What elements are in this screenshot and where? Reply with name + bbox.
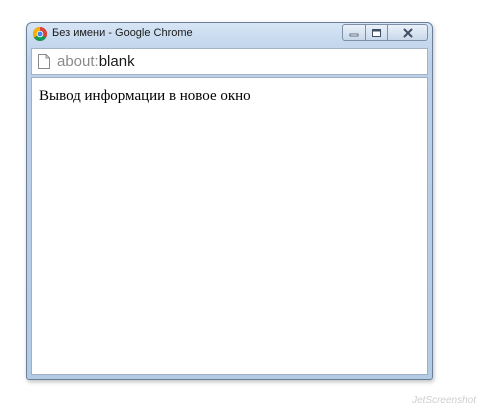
browser-window: Без имени - Google Chrome about:blank Вы… (26, 22, 433, 380)
window-title: Без имени - Google Chrome (52, 27, 193, 39)
minimize-icon (349, 33, 359, 36)
maximize-button[interactable] (366, 24, 388, 41)
url-text[interactable]: about:blank (57, 53, 135, 70)
title-bar[interactable]: Без имени - Google Chrome (27, 23, 432, 45)
page-icon (38, 54, 50, 69)
page-content-text: Вывод информации в новое окно (39, 88, 251, 104)
address-bar[interactable]: about:blank (31, 48, 428, 75)
page-viewport: Вывод информации в новое окно (31, 77, 428, 375)
window-controls (342, 24, 428, 42)
minimize-button[interactable] (342, 24, 366, 41)
url-path: blank (98, 53, 135, 70)
close-button[interactable] (388, 24, 428, 41)
watermark: JetScreenshot (412, 395, 476, 406)
maximize-icon (372, 28, 381, 37)
chrome-logo-icon (33, 27, 47, 41)
close-icon (403, 28, 412, 37)
url-scheme: about: (57, 53, 99, 70)
